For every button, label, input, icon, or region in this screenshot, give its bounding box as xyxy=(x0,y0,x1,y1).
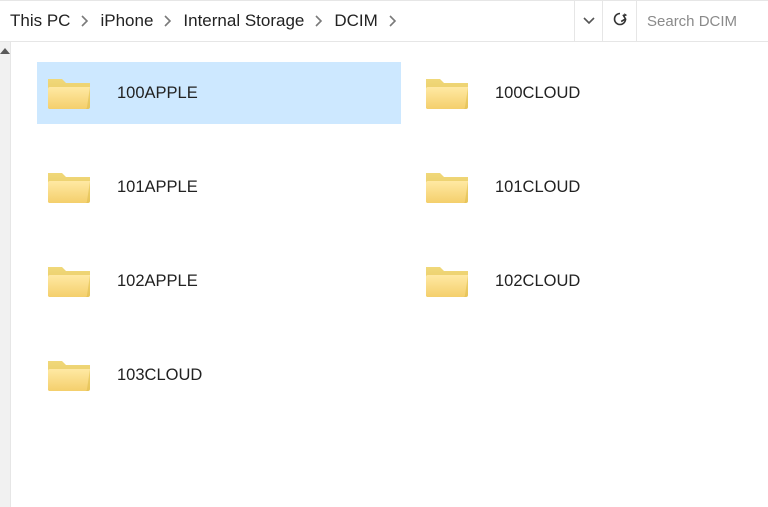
refresh-icon xyxy=(612,11,628,32)
breadcrumb-item-this-pc[interactable]: This PC xyxy=(4,1,76,41)
folder-list: 100APPLE 100CLOUD 10 xyxy=(11,42,768,507)
folder-item[interactable]: 103CLOUD xyxy=(37,344,401,406)
folder-row: 100APPLE 100CLOUD xyxy=(37,62,768,124)
breadcrumb-item-dcim[interactable]: DCIM xyxy=(328,1,383,41)
folder-label: 101APPLE xyxy=(117,178,198,197)
refresh-button[interactable] xyxy=(602,1,636,41)
folder-label: 103CLOUD xyxy=(117,366,202,385)
folder-icon xyxy=(423,163,471,211)
folder-icon xyxy=(45,351,93,399)
breadcrumb-label: This PC xyxy=(10,11,70,31)
chevron-right-icon[interactable] xyxy=(310,1,328,41)
scroll-track[interactable] xyxy=(0,60,10,507)
breadcrumb-label: DCIM xyxy=(334,11,377,31)
chevron-down-icon xyxy=(583,12,595,30)
breadcrumb-item-internal-storage[interactable]: Internal Storage xyxy=(177,1,310,41)
scroll-up-arrow-icon[interactable] xyxy=(0,42,10,60)
search-box xyxy=(636,1,768,41)
address-bar: This PC iPhone Internal Storage DCIM xyxy=(0,0,768,42)
explorer-body: 100APPLE 100CLOUD 10 xyxy=(0,42,768,507)
folder-icon xyxy=(45,163,93,211)
history-dropdown-button[interactable] xyxy=(574,1,602,41)
folder-item[interactable]: 100CLOUD xyxy=(415,62,768,124)
folder-icon xyxy=(423,69,471,117)
explorer-window: This PC iPhone Internal Storage DCIM xyxy=(0,0,768,507)
breadcrumb-item-iphone[interactable]: iPhone xyxy=(94,1,159,41)
chevron-right-icon[interactable] xyxy=(76,1,94,41)
search-input[interactable] xyxy=(637,1,768,41)
chevron-right-icon[interactable] xyxy=(159,1,177,41)
folder-item[interactable]: 101APPLE xyxy=(37,156,401,218)
breadcrumb: This PC iPhone Internal Storage DCIM xyxy=(0,1,574,41)
folder-item[interactable]: 102CLOUD xyxy=(415,250,768,312)
folder-item[interactable]: 101CLOUD xyxy=(415,156,768,218)
folder-icon xyxy=(45,257,93,305)
breadcrumb-label: iPhone xyxy=(100,11,153,31)
folder-item[interactable]: 100APPLE xyxy=(37,62,401,124)
folder-label: 100CLOUD xyxy=(495,84,580,103)
folder-label: 100APPLE xyxy=(117,84,198,103)
folder-label: 102CLOUD xyxy=(495,272,580,291)
folder-label: 101CLOUD xyxy=(495,178,580,197)
folder-row: 103CLOUD xyxy=(37,344,768,406)
folder-row: 101APPLE 101CLOUD xyxy=(37,156,768,218)
folder-icon xyxy=(423,257,471,305)
chevron-right-icon[interactable] xyxy=(384,1,402,41)
breadcrumb-label: Internal Storage xyxy=(183,11,304,31)
folder-item[interactable]: 102APPLE xyxy=(37,250,401,312)
folder-icon xyxy=(45,69,93,117)
folder-label: 102APPLE xyxy=(117,272,198,291)
vertical-scrollbar[interactable] xyxy=(0,42,11,507)
folder-row: 102APPLE 102CLOUD xyxy=(37,250,768,312)
